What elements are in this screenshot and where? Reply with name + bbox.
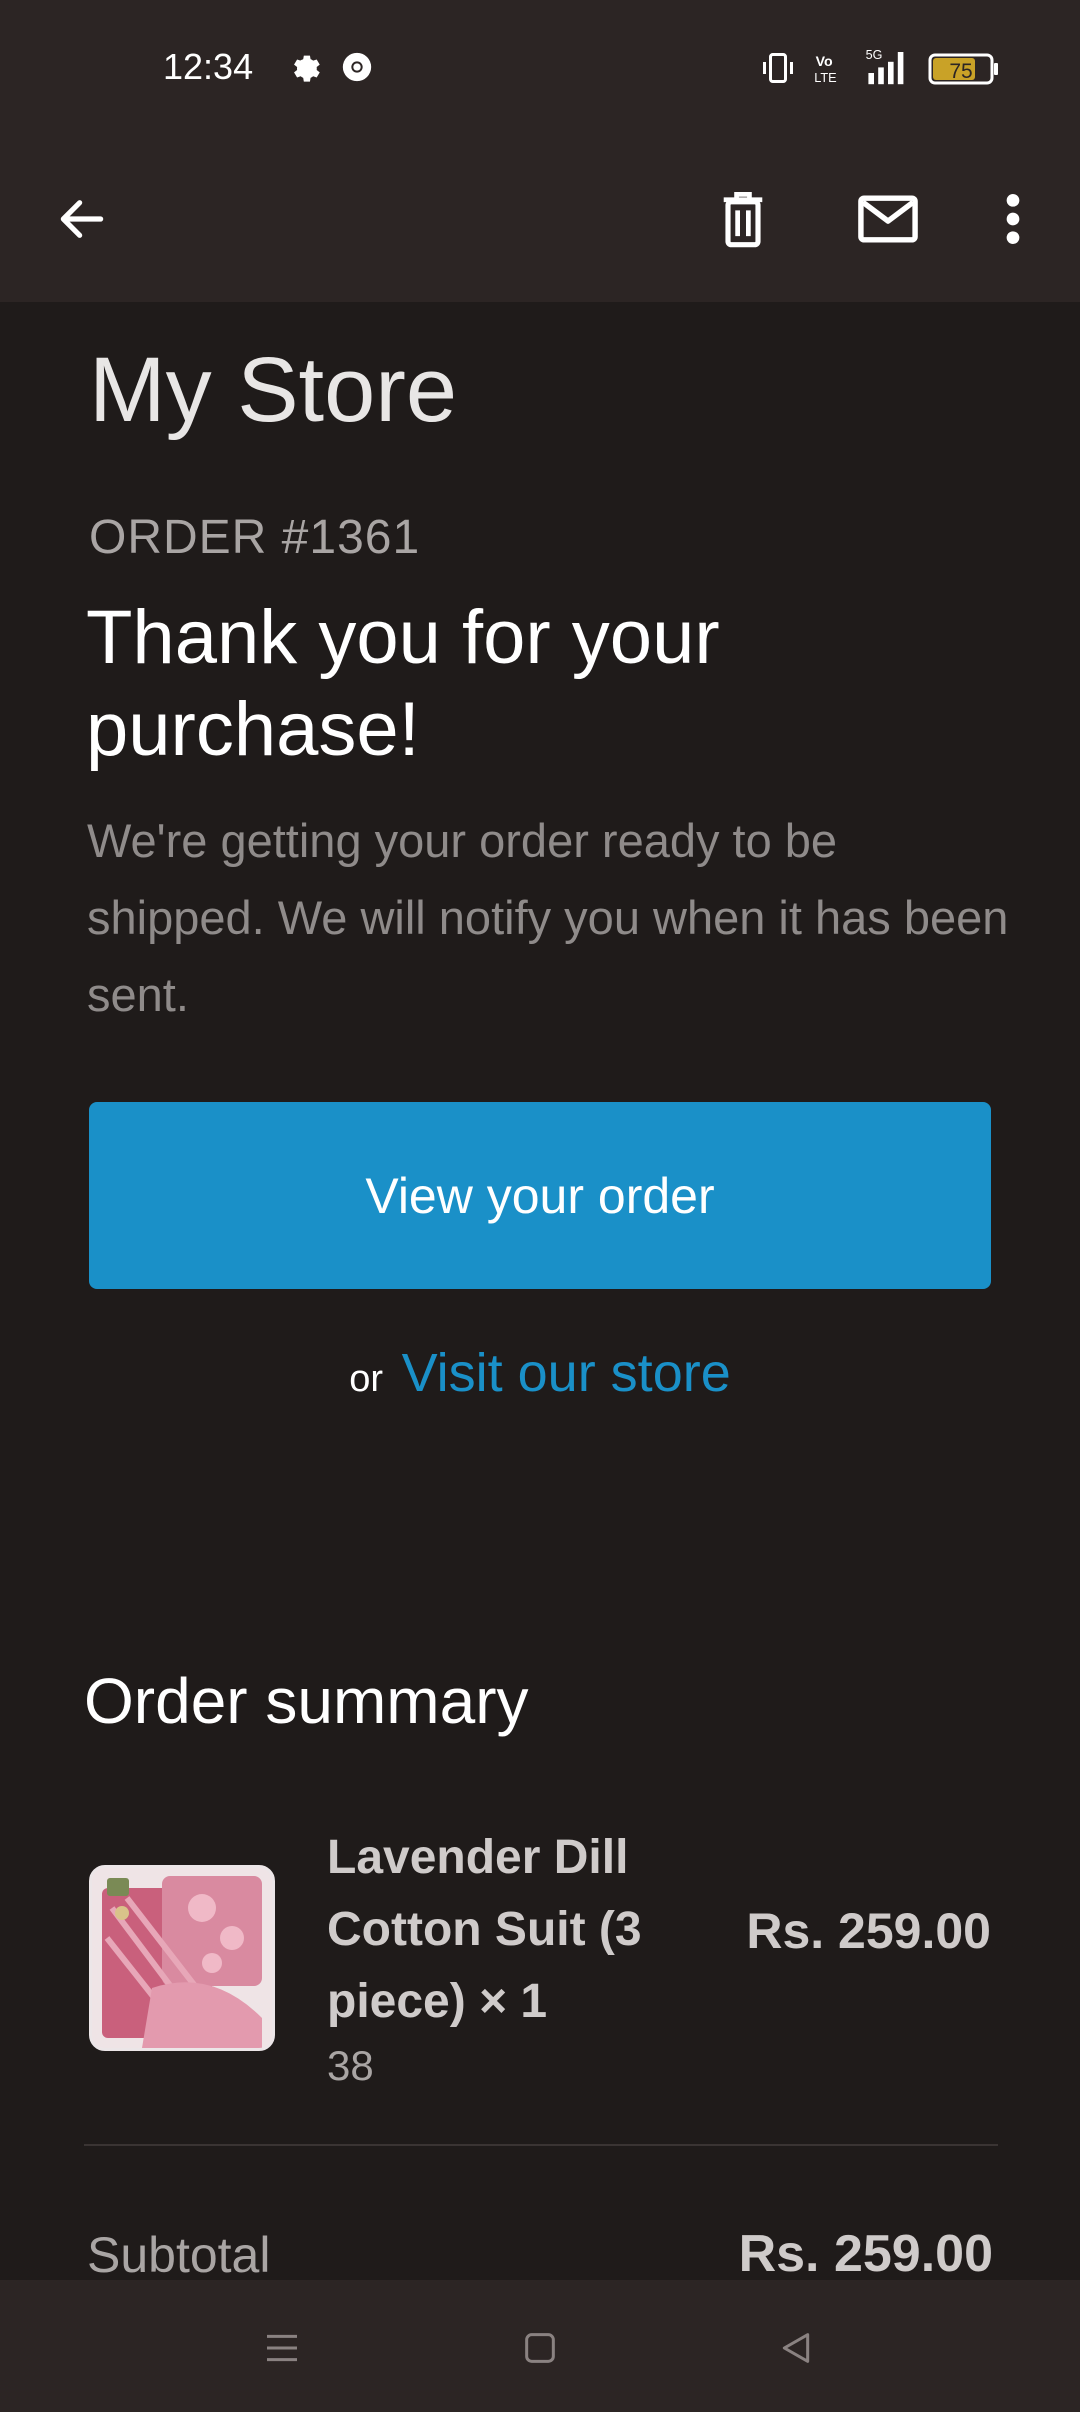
store-name: My Store <box>89 339 458 441</box>
view-order-label: View your order <box>365 1167 715 1224</box>
delete-icon <box>717 189 769 254</box>
visit-store-line: or Visit our store <box>0 1342 1080 1404</box>
chrome-icon <box>340 50 374 89</box>
order-status-message: We're getting your order ready to be shi… <box>87 814 1009 1021</box>
back-nav-button[interactable] <box>756 2310 836 2390</box>
volte-icon: Vo LTE <box>812 52 842 91</box>
svg-text:75: 75 <box>949 60 972 83</box>
order-number: ORDER #1361 <box>89 511 421 564</box>
more-vert-icon <box>1003 191 1023 252</box>
recents-button[interactable] <box>242 2310 322 2390</box>
svg-text:5G: 5G <box>866 48 883 62</box>
signal-icon: 5G <box>860 46 916 91</box>
product-price: Rs. 259.00 <box>746 1903 991 1959</box>
svg-text:LTE: LTE <box>814 70 836 85</box>
order-summary-title: Order summary <box>84 1665 529 1737</box>
thank-you-headline: Thank you for your purchase! <box>86 595 720 772</box>
email-content[interactable]: My Store ORDER #1361 Thank you for your … <box>0 302 1080 2280</box>
system-nav-bar <box>0 2280 1080 2412</box>
home-button[interactable] <box>500 2310 580 2390</box>
view-order-button[interactable]: View your order <box>89 1102 991 1289</box>
product-name: Lavender Dill Cotton Suit (3 piece) × 1 <box>327 1831 642 2028</box>
status-time: 12:34 <box>163 46 254 87</box>
delete-button[interactable] <box>698 176 788 266</box>
back-arrow-icon <box>54 191 110 252</box>
vibrate-icon <box>760 50 796 91</box>
back-button[interactable] <box>37 176 127 266</box>
product-thumbnail <box>89 1865 275 2051</box>
menu-icon <box>262 2328 302 2373</box>
product-variant: 38 <box>327 2042 374 2089</box>
mail-icon <box>856 194 920 249</box>
back-icon <box>776 2328 816 2373</box>
more-options-button[interactable] <box>968 176 1058 266</box>
subtotal-label: Subtotal <box>87 2227 271 2280</box>
visit-store-link[interactable]: Visit our store <box>402 1343 731 1403</box>
settings-icon <box>288 50 322 89</box>
home-icon <box>520 2328 560 2373</box>
summary-divider <box>84 2144 998 2146</box>
app-bar <box>0 136 1080 302</box>
or-text: or <box>349 1358 384 1400</box>
svg-text:Vo: Vo <box>816 54 833 70</box>
battery-icon: 75 <box>928 52 1000 91</box>
status-bar: 12:34 Vo LTE 5G 75 <box>0 0 1080 136</box>
mark-unread-button[interactable] <box>843 176 933 266</box>
subtotal-value: Rs. 259.00 <box>738 2225 993 2280</box>
